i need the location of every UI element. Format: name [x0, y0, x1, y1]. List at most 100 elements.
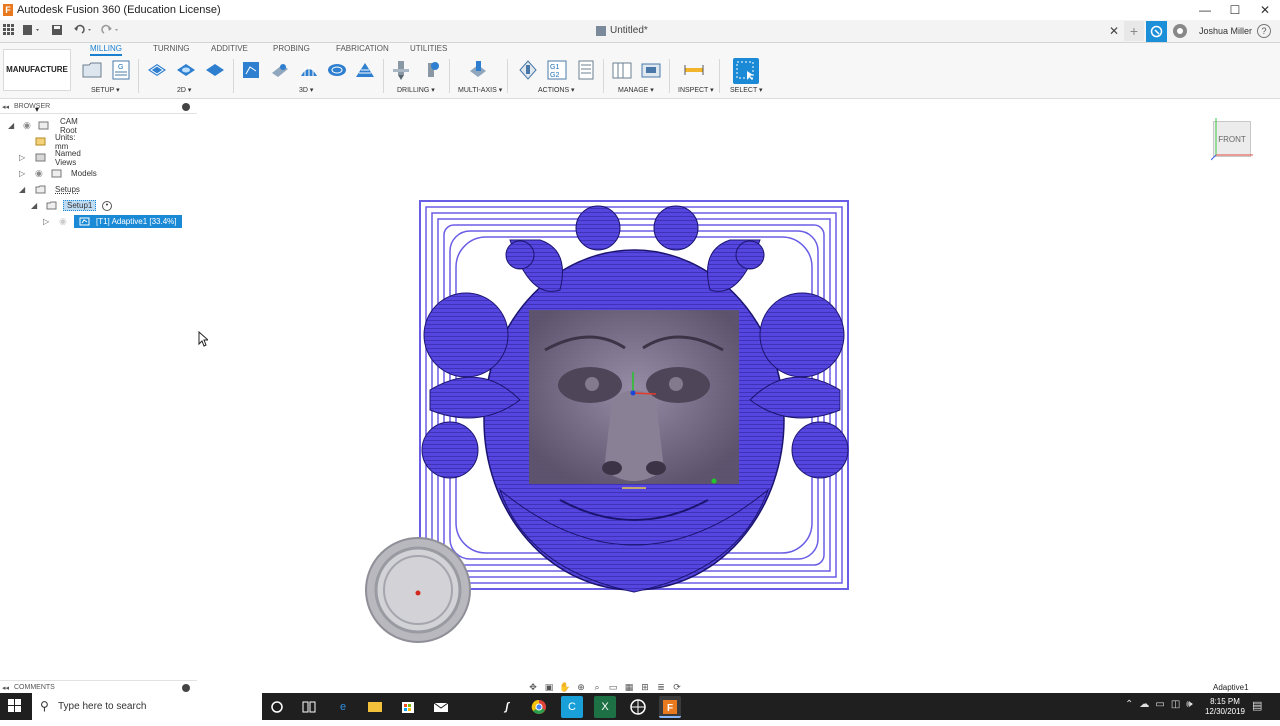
close-window-button[interactable]: ✕	[1250, 0, 1280, 20]
cortana-icon[interactable]	[266, 696, 288, 718]
visibility-eye-icon[interactable]: ◉	[35, 168, 43, 179]
camtasia-icon[interactable]: C	[561, 696, 583, 718]
fit-icon[interactable]: ⌕	[591, 682, 603, 692]
group-inspect[interactable]: INSPECT ▾	[678, 86, 714, 94]
job-status-icon[interactable]	[1146, 21, 1167, 42]
group-actions[interactable]: ACTIONS ▾	[538, 86, 575, 94]
parallel-icon[interactable]	[298, 59, 320, 81]
comments-options-icon[interactable]	[182, 684, 190, 692]
file-explorer-icon[interactable]	[364, 696, 386, 718]
app-grid-icon[interactable]	[3, 24, 15, 38]
visibility-eye-icon[interactable]: ◉	[23, 120, 31, 131]
fusion-360-taskbar-icon[interactable]: F	[659, 696, 681, 718]
visibility-eye-icon[interactable]: ◉	[59, 216, 67, 227]
contour-icon[interactable]	[354, 59, 376, 81]
group-multi-axis[interactable]: MULTI-AXIS ▾	[458, 86, 502, 94]
notifications-icon[interactable]	[1173, 24, 1187, 38]
tab-utilities[interactable]: UTILITIES	[410, 44, 447, 53]
2d-adaptive-icon[interactable]	[146, 59, 168, 81]
windows-start-icon[interactable]	[8, 699, 22, 713]
viewports-icon[interactable]: ⊞	[639, 682, 651, 692]
machine-library-icon[interactable]	[640, 59, 662, 81]
collapse-triangle-icon[interactable]: ◢	[8, 121, 14, 130]
grid-settings-icon[interactable]: ▦	[623, 682, 635, 692]
pan-icon[interactable]: ✋	[559, 682, 571, 692]
scallop-icon[interactable]	[326, 59, 348, 81]
close-document-button[interactable]: ✕	[1109, 24, 1119, 38]
expand-triangle-icon[interactable]: ▷	[43, 217, 49, 226]
group-select[interactable]: SELECT ▾	[730, 86, 763, 94]
measure-icon[interactable]	[683, 59, 705, 81]
selected-operation[interactable]: [T1] Adaptive1 [33.4%]	[74, 215, 182, 228]
group-manage[interactable]: MANAGE ▾	[618, 86, 654, 94]
3d-viewport[interactable]	[198, 100, 1280, 680]
battery-icon[interactable]: ▭	[1155, 699, 1164, 710]
action-center-icon[interactable]: ▤	[1252, 699, 1262, 712]
new-setup-icon[interactable]	[81, 59, 103, 81]
taskbar-search[interactable]: ⚲ Type here to search	[32, 693, 262, 720]
multi-axis-icon[interactable]	[467, 59, 489, 81]
volume-icon[interactable]: 🕪	[1186, 699, 1192, 710]
expand-triangle-icon[interactable]: ▷	[19, 153, 25, 162]
store-icon[interactable]	[397, 696, 419, 718]
user-account[interactable]: Joshua Miller	[1199, 26, 1252, 36]
face-icon[interactable]	[204, 59, 226, 81]
look-at-icon[interactable]: ▣	[543, 682, 555, 692]
stock-display-icon[interactable]: ≣	[655, 682, 667, 692]
clock-date[interactable]: 12/30/2019	[1203, 707, 1247, 716]
panel-options-icon[interactable]	[182, 103, 190, 111]
group-drilling[interactable]: DRILLING ▾	[397, 86, 435, 94]
edge-icon[interactable]: e	[332, 696, 354, 718]
select-icon[interactable]	[733, 58, 759, 84]
group-2d[interactable]: 2D ▾	[177, 86, 191, 94]
tab-fabrication[interactable]: FABRICATION	[336, 44, 389, 53]
gcode-icon[interactable]: G	[110, 59, 132, 81]
3d-adaptive-icon[interactable]	[240, 59, 262, 81]
show-hidden-icons-icon[interactable]: ⌃	[1125, 699, 1133, 710]
simulate-icon[interactable]	[517, 59, 539, 81]
document-tab[interactable]: Untitled*	[596, 25, 648, 36]
drill-icon[interactable]	[390, 59, 412, 81]
comments-panel[interactable]: ◂◂ COMMENTS	[0, 680, 197, 693]
zoom-icon[interactable]: ⊕	[575, 682, 587, 692]
group-setup[interactable]: SETUP ▾	[91, 86, 120, 94]
tab-additive[interactable]: ADDITIVE	[211, 44, 248, 53]
task-view-icon[interactable]	[298, 696, 320, 718]
refresh-icon[interactable]: ⟳	[671, 682, 683, 692]
activate-setup-icon[interactable]: •	[102, 200, 112, 211]
minimize-button[interactable]: —	[1190, 0, 1220, 20]
script-app-icon[interactable]: ʃ	[496, 696, 518, 718]
collapse-panel-icon[interactable]: ◂◂	[2, 103, 9, 111]
clock-time[interactable]: 8:15 PM	[1208, 697, 1242, 706]
mail-icon[interactable]	[430, 696, 452, 718]
maximize-button[interactable]: ☐	[1220, 0, 1250, 20]
file-menu-icon[interactable]	[22, 24, 42, 38]
display-settings-icon[interactable]: ▭	[607, 682, 619, 692]
workspace-switcher[interactable]: MANUFACTURE ▾	[3, 49, 71, 114]
collapse-triangle-icon[interactable]: ◢	[31, 201, 37, 210]
tab-probing[interactable]: PROBING	[273, 44, 310, 53]
help-icon[interactable]: ?	[1257, 24, 1271, 38]
collapse-panel-icon[interactable]: ◂◂	[2, 684, 9, 692]
network-icon[interactable]: ◫	[1171, 699, 1180, 710]
redo-icon[interactable]	[100, 24, 122, 38]
2d-pocket-icon[interactable]	[175, 59, 197, 81]
save-icon[interactable]	[51, 24, 63, 38]
thread-icon[interactable]	[420, 59, 442, 81]
chrome-icon[interactable]	[528, 696, 550, 718]
group-3d[interactable]: 3D ▾	[299, 86, 313, 94]
new-tab-button[interactable]: +	[1124, 21, 1144, 41]
orbit-icon[interactable]: ✥	[527, 682, 539, 692]
tool-library-icon[interactable]	[611, 59, 633, 81]
excel-icon[interactable]: X	[594, 696, 616, 718]
browser-app-icon[interactable]	[627, 696, 649, 718]
tab-turning[interactable]: TURNING	[153, 44, 189, 53]
pocket-clearing-icon[interactable]	[269, 59, 291, 81]
post-process-icon[interactable]: G1 G2	[546, 59, 568, 81]
setup-sheet-icon[interactable]	[575, 59, 597, 81]
undo-icon[interactable]	[73, 24, 95, 38]
onedrive-icon[interactable]: ☁	[1139, 699, 1149, 710]
collapse-triangle-icon[interactable]: ◢	[19, 185, 25, 194]
expand-triangle-icon[interactable]: ▷	[19, 169, 25, 178]
tab-milling[interactable]: MILLING	[90, 44, 123, 56]
